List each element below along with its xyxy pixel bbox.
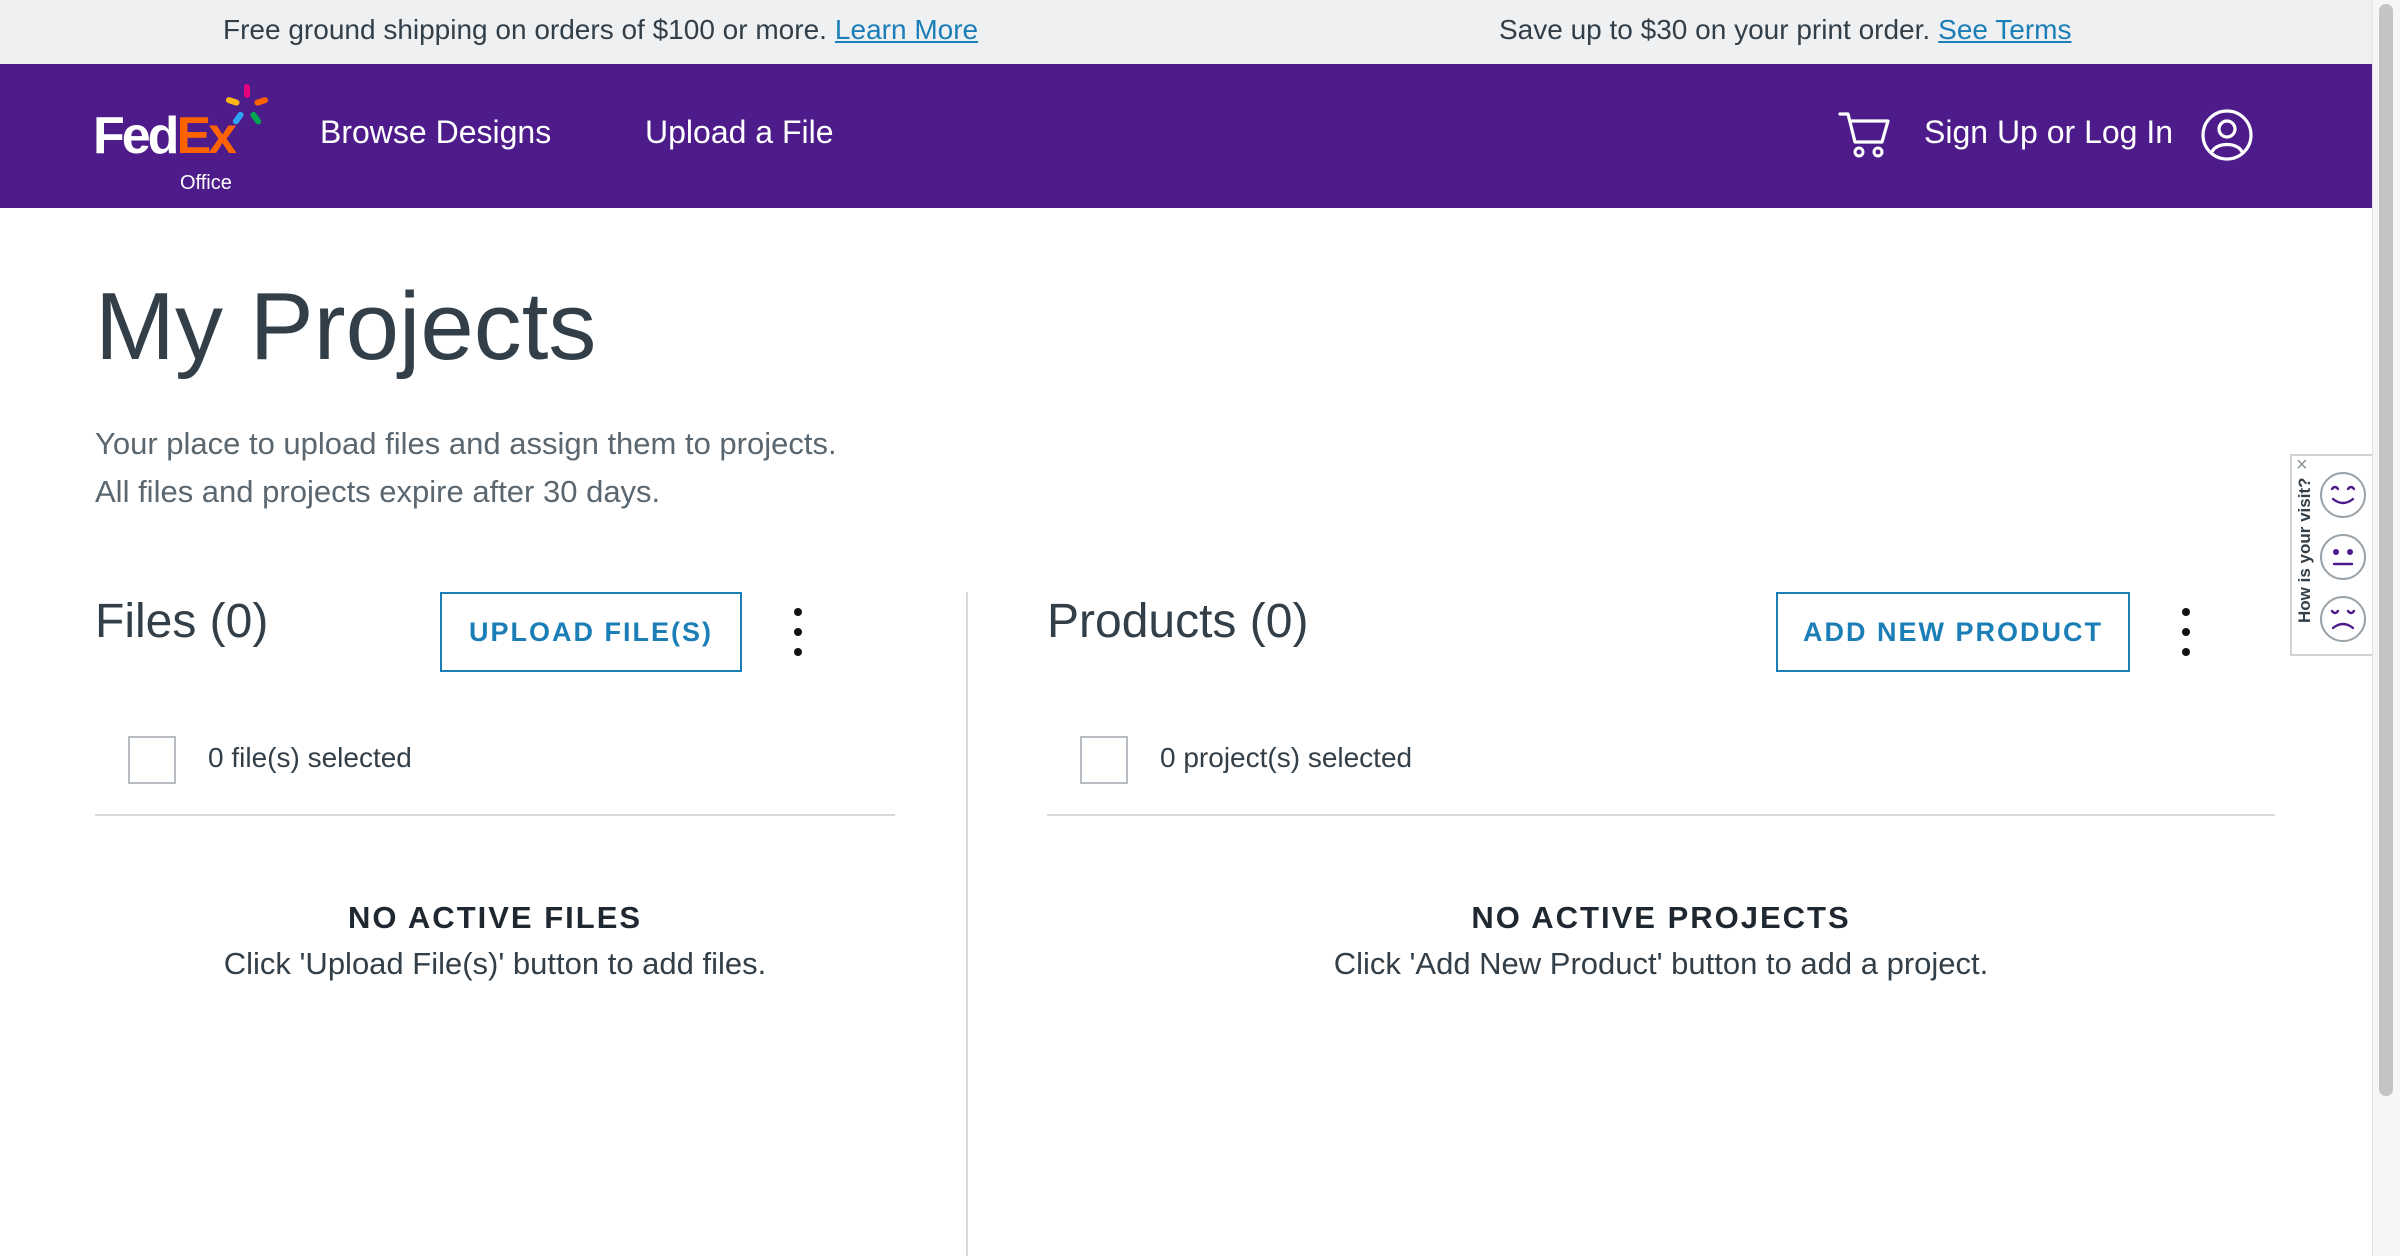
files-more-menu-icon[interactable] — [786, 606, 810, 658]
learn-more-link[interactable]: Learn More — [835, 14, 978, 45]
neutral-face-icon[interactable] — [2318, 532, 2368, 582]
feedback-label: How is your visit? — [2295, 477, 2314, 623]
files-selected-count: 0 file(s) selected — [208, 742, 412, 773]
products-divider — [1047, 814, 2275, 816]
fedex-office-logo[interactable]: FedEx Office — [93, 82, 273, 194]
promo-bar: Free ground shipping on orders of $100 o… — [0, 0, 2372, 64]
promo-shipping: Free ground shipping on orders of $100 o… — [223, 14, 978, 46]
select-all-files-checkbox[interactable] — [128, 736, 176, 784]
nav-upload-file[interactable]: Upload a File — [645, 114, 834, 151]
upload-files-button[interactable]: UPLOAD FILE(S) — [440, 592, 742, 672]
products-empty-text: Click 'Add New Product' button to add a … — [1333, 946, 1989, 981]
products-empty-title: NO ACTIVE PROJECTS — [1471, 900, 1851, 935]
scrollbar-thumb[interactable] — [2379, 4, 2393, 1096]
site-header: FedEx Office Browse Designs Upload a Fil… — [0, 64, 2372, 208]
feedback-close-icon[interactable]: × — [2296, 454, 2308, 477]
see-terms-link[interactable]: See Terms — [1938, 14, 2071, 45]
page-intro: Your place to upload files and assign th… — [95, 420, 837, 516]
files-empty-title: NO ACTIVE FILES — [347, 900, 643, 935]
promo-savings: Save up to $30 on your print order. See T… — [1499, 14, 2072, 46]
promo-shipping-text: Free ground shipping on orders of $100 o… — [223, 14, 827, 45]
files-title: Files (0) — [95, 595, 269, 648]
account-icon[interactable] — [2200, 108, 2254, 162]
panel-divider — [966, 592, 968, 1256]
products-more-menu-icon[interactable] — [2174, 606, 2198, 658]
add-new-product-button[interactable]: ADD NEW PRODUCT — [1776, 592, 2130, 672]
select-all-products-checkbox[interactable] — [1080, 736, 1128, 784]
page-title: My Projects — [95, 273, 597, 380]
products-selected-count: 0 project(s) selected — [1160, 742, 1413, 773]
logo-wordmark: FedEx — [93, 107, 237, 165]
sign-in-link[interactable]: Sign Up or Log In — [1924, 114, 2173, 151]
happy-face-icon[interactable] — [2318, 470, 2368, 520]
logo-office-text: Office — [180, 172, 232, 194]
products-title: Products (0) — [1047, 595, 1309, 648]
files-divider — [95, 814, 895, 816]
intro-line: All files and projects expire after 30 d… — [95, 474, 661, 509]
nav-browse-designs[interactable]: Browse Designs — [320, 114, 551, 151]
cart-icon[interactable] — [1838, 108, 1892, 160]
feedback-widget: × How is your visit? — [2290, 454, 2372, 656]
sad-face-icon[interactable] — [2318, 594, 2368, 644]
files-empty-text: Click 'Upload File(s)' button to add fil… — [223, 946, 767, 981]
promo-savings-text: Save up to $30 on your print order. — [1499, 14, 1931, 45]
intro-line: Your place to upload files and assign th… — [95, 426, 837, 461]
